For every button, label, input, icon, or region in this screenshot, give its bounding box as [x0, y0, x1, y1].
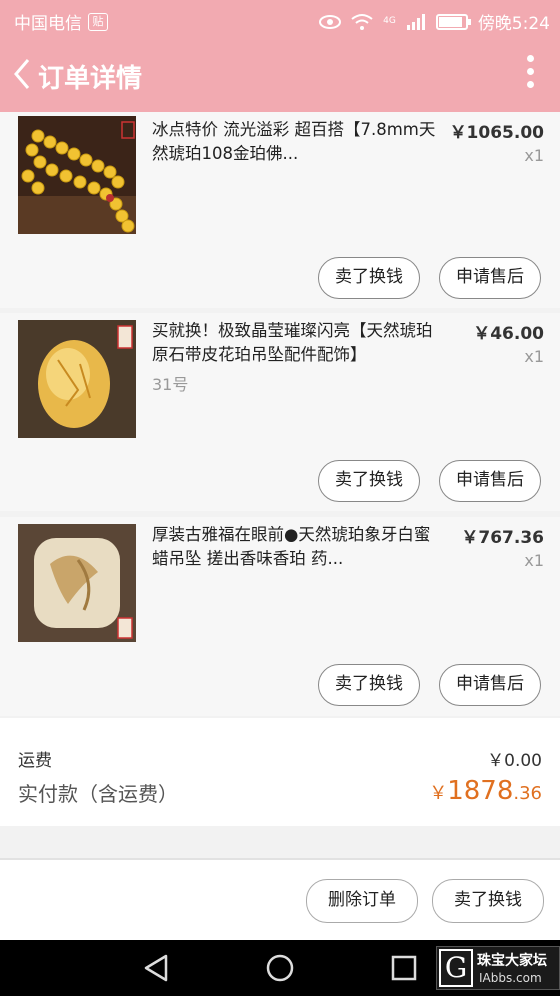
product-title[interactable]: 厚装古雅福在眼前●天然琥珀象牙白蜜蜡吊坠 搓出香味香珀 药... — [152, 523, 442, 571]
apply-after-sales-button[interactable]: 申请售后 — [439, 257, 541, 299]
status-bar: 中国电信 贴 4G 傍晚5:24 — [0, 0, 560, 38]
apply-after-sales-button[interactable]: 申请售后 — [439, 664, 541, 706]
back-nav-icon[interactable] — [140, 952, 172, 984]
product-price: ￥46.00 — [473, 324, 544, 344]
signal-bars-icon — [406, 13, 425, 30]
battery-icon — [435, 13, 471, 30]
amount-paid-value: ￥1878.36 — [429, 776, 542, 806]
watermark-url: IAbbs.com — [479, 971, 542, 985]
back-button[interactable] — [8, 54, 38, 94]
carrier-name: 中国电信 — [14, 14, 82, 34]
watermark-text: 珠宝大家坛 — [477, 953, 547, 969]
status-icons: 4G 傍晚5:24 — [319, 9, 550, 34]
order-item: 买就换！极致晶莹璀璨闪亮【天然琥珀原石带皮花珀吊坠配件配饰】 31号 ￥46.0… — [0, 313, 560, 511]
product-title[interactable]: 冰点特价 流光溢彩 超百搭【7.8mm天然琥珀108金珀佛... — [152, 118, 442, 166]
notification-badge: 贴 — [88, 12, 108, 31]
dot-icon — [526, 81, 534, 88]
signal-icon: 4G — [383, 16, 396, 26]
eye-icon — [319, 14, 342, 29]
product-quantity: x1 — [524, 551, 544, 570]
dot-icon — [526, 68, 534, 75]
dot-icon — [526, 55, 534, 62]
product-image-amber-pendant[interactable] — [18, 320, 136, 438]
page-title: 订单详情 — [38, 64, 143, 94]
clock: 傍晚5:24 — [477, 14, 550, 34]
order-item: 厚装古雅福在眼前●天然琥珀象牙白蜜蜡吊坠 搓出香味香珀 药... ￥767.36… — [0, 517, 560, 716]
sell-for-cash-button[interactable]: 卖了换钱 — [318, 664, 420, 706]
wifi-icon — [351, 13, 373, 30]
product-quantity: x1 — [524, 347, 544, 366]
order-action-bar: 删除订单 卖了换钱 — [0, 860, 560, 940]
amount-decimal: .36 — [513, 783, 542, 804]
product-quantity: x1 — [524, 146, 544, 165]
system-navigation-bar: G 珠宝大家坛 IAbbs.com — [0, 940, 560, 996]
app-header: 订单详情 — [0, 38, 560, 112]
amount-integer: 1878 — [447, 776, 514, 806]
amount-paid-label: 实付款（含运费） — [18, 782, 178, 806]
watermark-logo-mark: G — [439, 949, 473, 987]
product-image-beeswax-pendant[interactable] — [18, 524, 136, 642]
shipping-value: ￥0.00 — [487, 751, 542, 771]
shipping-label: 运费 — [18, 751, 52, 771]
product-image-amber-bead-necklace[interactable] — [18, 116, 136, 234]
product-title[interactable]: 买就换！极致晶莹璀璨闪亮【天然琥珀原石带皮花珀吊坠配件配饰】 — [152, 319, 442, 367]
recents-nav-icon[interactable] — [388, 952, 420, 984]
more-menu-button[interactable] — [520, 50, 540, 98]
product-variant: 31号 — [152, 375, 189, 394]
sell-for-cash-button[interactable]: 卖了换钱 — [318, 460, 420, 502]
chevron-left-icon — [14, 59, 30, 89]
carrier: 中国电信 贴 — [14, 9, 108, 34]
product-price: ￥1065.00 — [449, 123, 544, 143]
home-nav-icon[interactable] — [264, 952, 296, 984]
currency-symbol: ￥ — [429, 783, 448, 804]
sell-for-cash-button[interactable]: 卖了换钱 — [318, 257, 420, 299]
order-item: 冰点特价 流光溢彩 超百搭【7.8mm天然琥珀108金珀佛... ￥1065.0… — [0, 112, 560, 308]
order-summary: 运费 ￥0.00 实付款（含运费） ￥1878.36 — [0, 718, 560, 826]
watermark-logo: G 珠宝大家坛 IAbbs.com — [436, 946, 560, 990]
sell-for-cash-button[interactable]: 卖了换钱 — [432, 879, 544, 923]
product-price: ￥767.36 — [461, 528, 544, 548]
apply-after-sales-button[interactable]: 申请售后 — [439, 460, 541, 502]
delete-order-button[interactable]: 删除订单 — [306, 879, 418, 923]
